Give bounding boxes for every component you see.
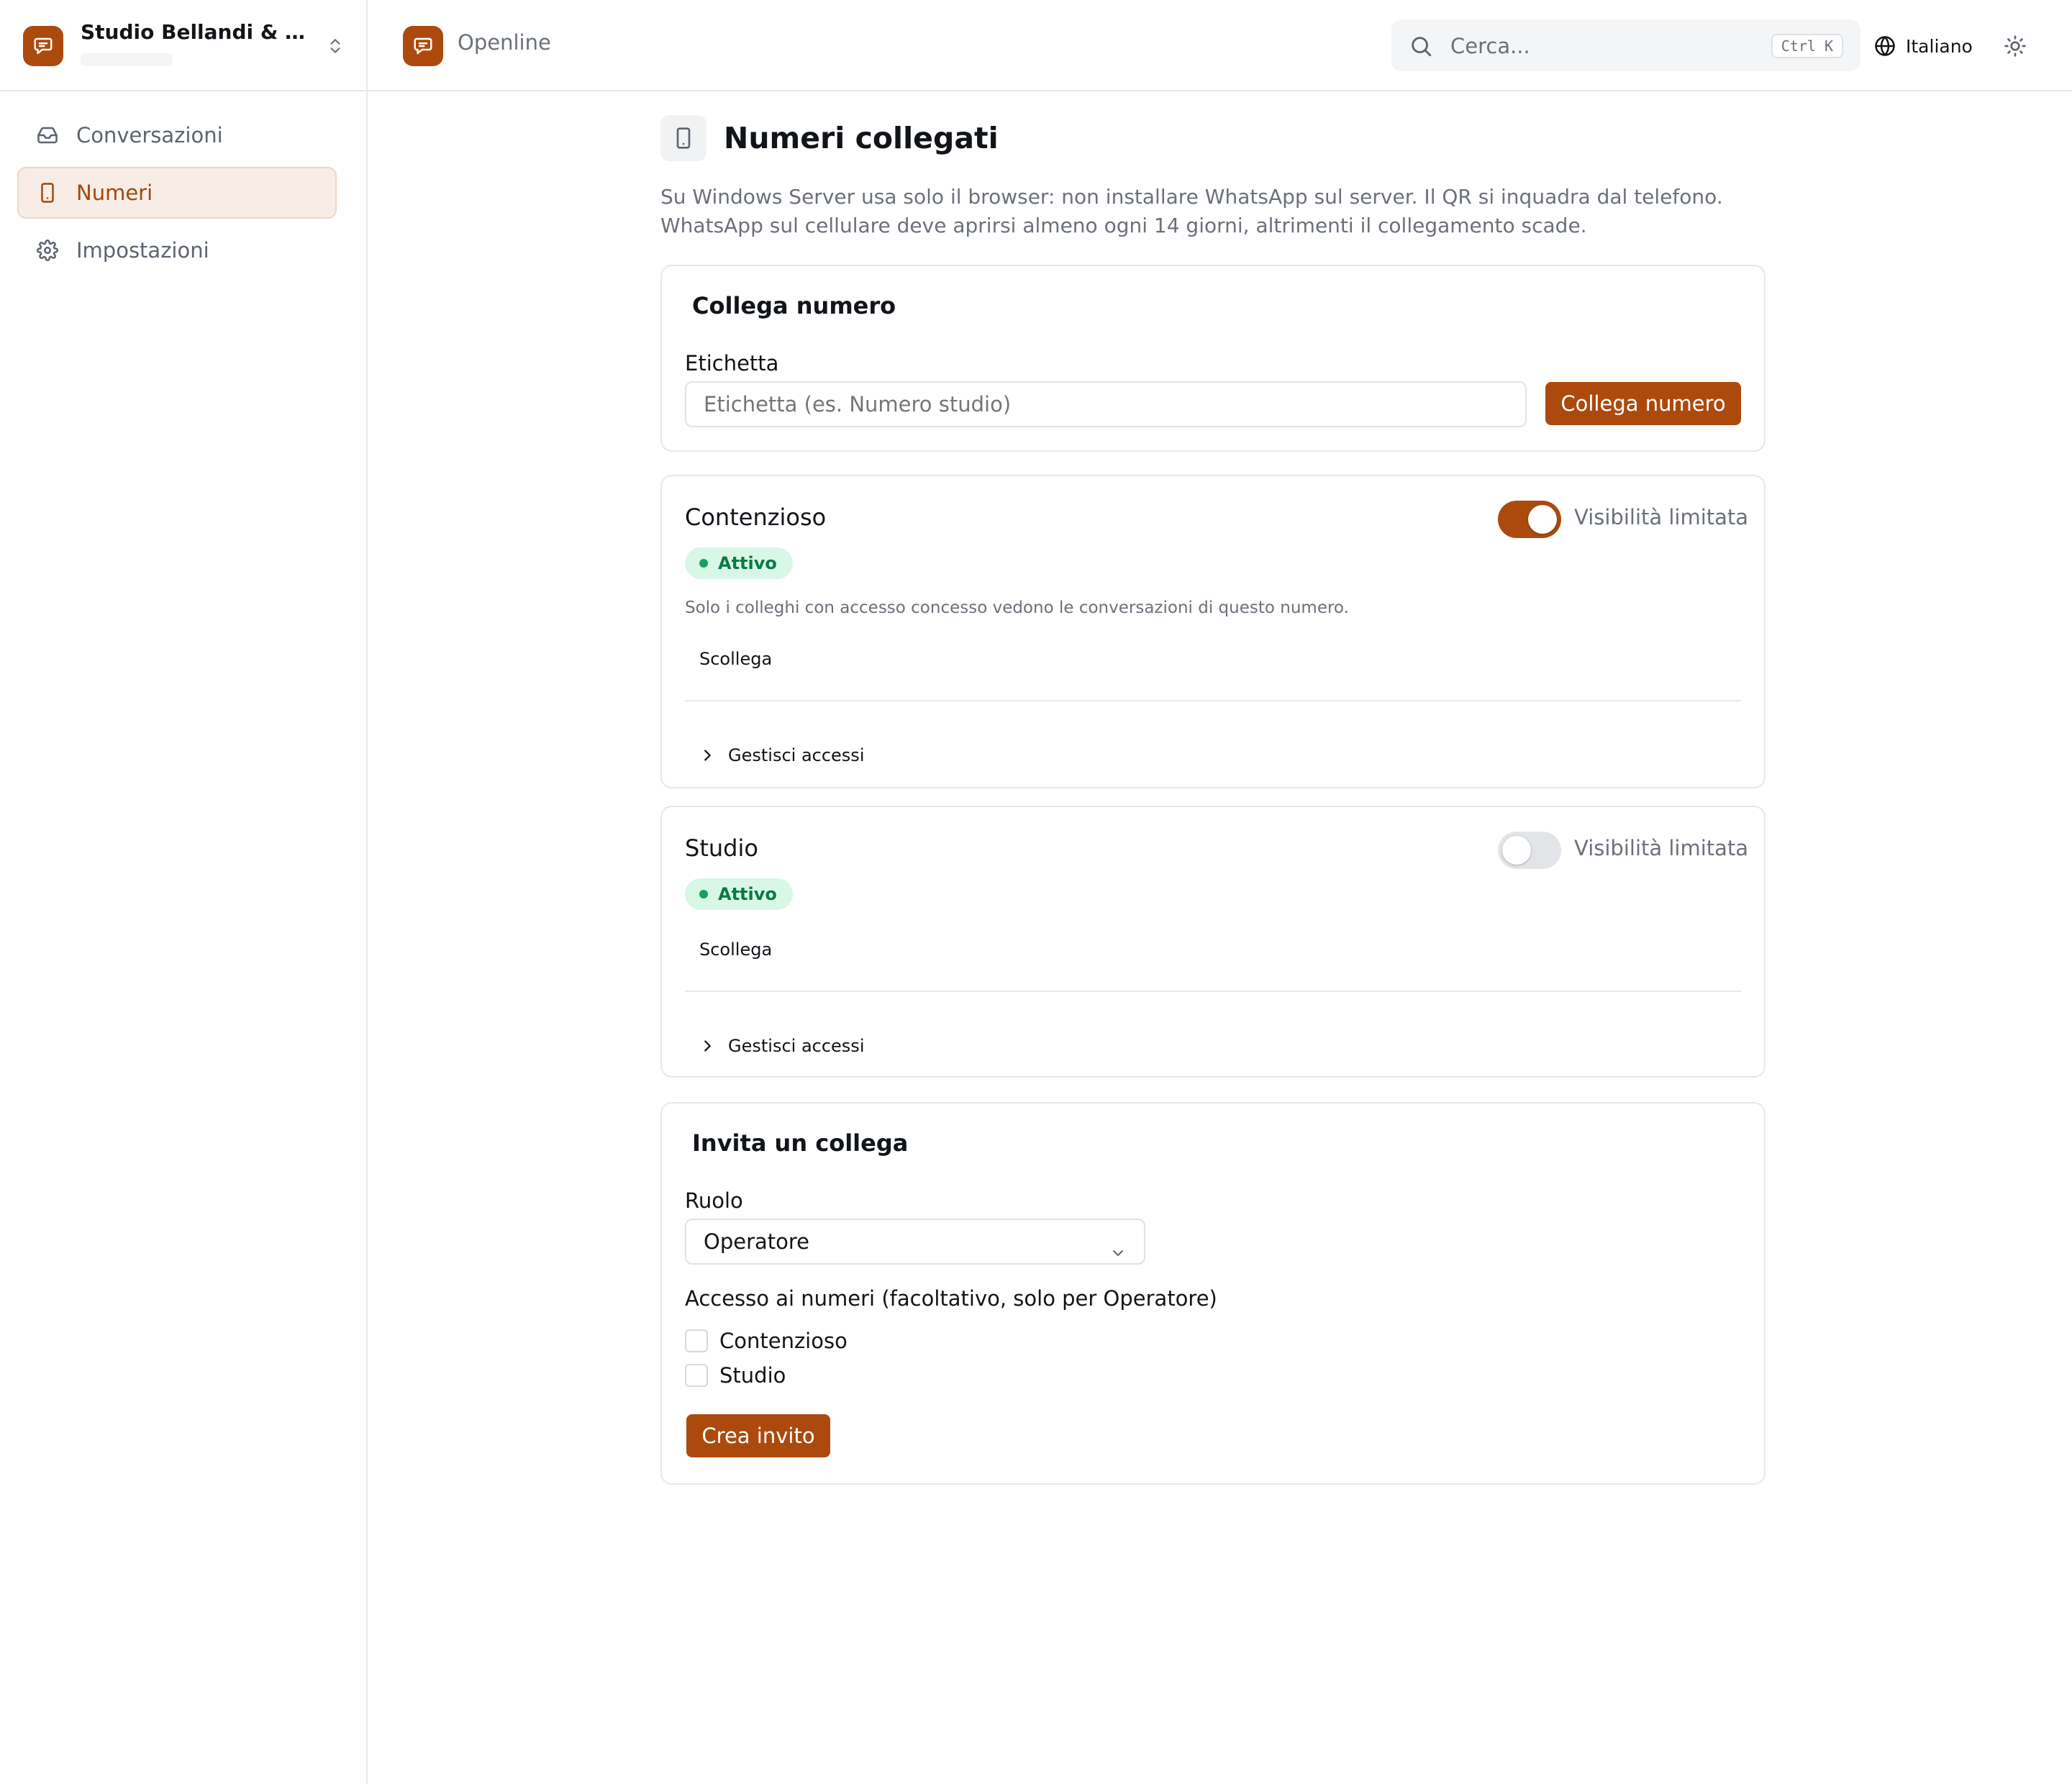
card-title: Invita un collega xyxy=(692,1129,909,1157)
restricted-visibility-toggle[interactable] xyxy=(1498,501,1561,538)
disconnect-button[interactable]: Scollega xyxy=(699,649,772,669)
topbar: Openline Cerca... Ctrl K Italiano xyxy=(368,0,2072,91)
label-input[interactable] xyxy=(685,381,1527,427)
toggle-label: Visibilità limitata xyxy=(1574,505,1749,529)
brand-name: Openline xyxy=(458,30,551,55)
divider xyxy=(685,991,1741,992)
link-number-card: Collega numero Etichetta Collega numero xyxy=(660,265,1766,452)
role-select[interactable]: Operatore xyxy=(685,1219,1145,1265)
number-access-label: Accesso ai numeri (facoltativo, solo per… xyxy=(685,1286,1217,1311)
sidebar-item-label: Impostazioni xyxy=(76,238,209,263)
inbox-icon xyxy=(36,124,59,147)
status-badge: Attivo xyxy=(685,547,793,579)
globe-icon xyxy=(1874,35,1896,57)
invite-card: Invita un collega Ruolo Operatore Access… xyxy=(660,1102,1766,1485)
language-label: Italiano xyxy=(1906,35,1973,57)
status-label: Attivo xyxy=(718,884,777,904)
manage-access-label: Gestisci accessi xyxy=(728,1036,865,1056)
sidebar: Studio Bellandi & A… Conversazioni Numer… xyxy=(0,0,368,1784)
status-label: Attivo xyxy=(718,553,777,573)
option-label: Contenzioso xyxy=(719,1329,848,1353)
search-icon xyxy=(1409,34,1433,58)
org-name: Studio Bellandi & A… xyxy=(81,20,311,44)
option-label: Studio xyxy=(719,1363,786,1388)
sidebar-nav: Conversazioni Numeri Impostazioni xyxy=(17,109,337,282)
smartphone-icon xyxy=(660,115,706,161)
checkbox[interactable] xyxy=(685,1364,708,1387)
create-invite-button[interactable]: Crea invito xyxy=(686,1414,830,1457)
sidebar-item-numeri[interactable]: Numeri xyxy=(17,167,337,219)
divider xyxy=(685,700,1741,701)
chevron-down-icon xyxy=(1109,1233,1127,1256)
role-value: Operatore xyxy=(704,1229,810,1254)
toggle-label: Visibilità limitata xyxy=(1574,836,1749,860)
page-description: Su Windows Server usa solo il browser: n… xyxy=(660,183,1766,240)
chevron-right-icon xyxy=(699,747,715,763)
gear-icon xyxy=(36,239,59,262)
sidebar-item-label: Numeri xyxy=(76,181,153,205)
card-title: Collega numero xyxy=(692,292,896,319)
access-option-contenzioso[interactable]: Contenzioso xyxy=(685,1328,848,1354)
main-content: Numeri collegati Su Windows Server usa s… xyxy=(660,115,1766,1485)
number-card-studio: Studio Visibilità limitata Attivo Scolle… xyxy=(660,806,1766,1078)
sidebar-item-label: Conversazioni xyxy=(76,123,223,147)
link-number-button[interactable]: Collega numero xyxy=(1545,382,1741,425)
sidebar-item-conversazioni[interactable]: Conversazioni xyxy=(17,109,337,161)
disconnect-button[interactable]: Scollega xyxy=(699,939,772,960)
status-dot-icon xyxy=(699,890,708,898)
number-card-contenzioso: Contenzioso Visibilità limitata Attivo S… xyxy=(660,475,1766,788)
manage-access-toggle[interactable]: Gestisci accessi xyxy=(699,1032,864,1060)
language-switcher[interactable]: Italiano xyxy=(1874,32,1973,60)
access-option-studio[interactable]: Studio xyxy=(685,1362,786,1388)
description-line: WhatsApp sul cellulare deve aprirsi alme… xyxy=(660,214,1587,237)
manage-access-label: Gestisci accessi xyxy=(728,745,865,765)
org-subtitle-placeholder xyxy=(81,53,173,66)
chevron-right-icon xyxy=(699,1038,715,1054)
toggle-knob xyxy=(1528,505,1557,534)
toggle-knob xyxy=(1502,836,1531,865)
search-placeholder: Cerca... xyxy=(1450,34,1530,58)
role-label: Ruolo xyxy=(685,1188,743,1213)
status-badge: Attivo xyxy=(685,878,793,910)
sidebar-item-impostazioni[interactable]: Impostazioni xyxy=(17,224,337,276)
checkbox[interactable] xyxy=(685,1329,708,1352)
manage-access-toggle[interactable]: Gestisci accessi xyxy=(699,741,864,770)
chevrons-up-down-icon[interactable] xyxy=(322,33,348,59)
description-line: Su Windows Server usa solo il browser: n… xyxy=(660,185,1723,209)
number-name: Contenzioso xyxy=(685,504,827,531)
search-shortcut: Ctrl K xyxy=(1771,34,1843,58)
page-title: Numeri collegati xyxy=(724,121,999,155)
page-header: Numeri collegati xyxy=(660,115,1766,161)
org-switcher[interactable]: Studio Bellandi & A… xyxy=(0,0,366,91)
label-field-label: Etichetta xyxy=(685,351,779,376)
visibility-note: Solo i colleghi con accesso concesso ved… xyxy=(685,599,1349,617)
smartphone-icon xyxy=(36,181,59,204)
sun-icon[interactable] xyxy=(2001,32,2030,60)
search-input[interactable]: Cerca... Ctrl K xyxy=(1391,19,1860,71)
number-name: Studio xyxy=(685,834,758,862)
app-logo-icon xyxy=(23,26,63,66)
status-dot-icon xyxy=(699,559,708,568)
brand-logo-icon xyxy=(403,26,443,66)
restricted-visibility-toggle[interactable] xyxy=(1498,832,1561,869)
